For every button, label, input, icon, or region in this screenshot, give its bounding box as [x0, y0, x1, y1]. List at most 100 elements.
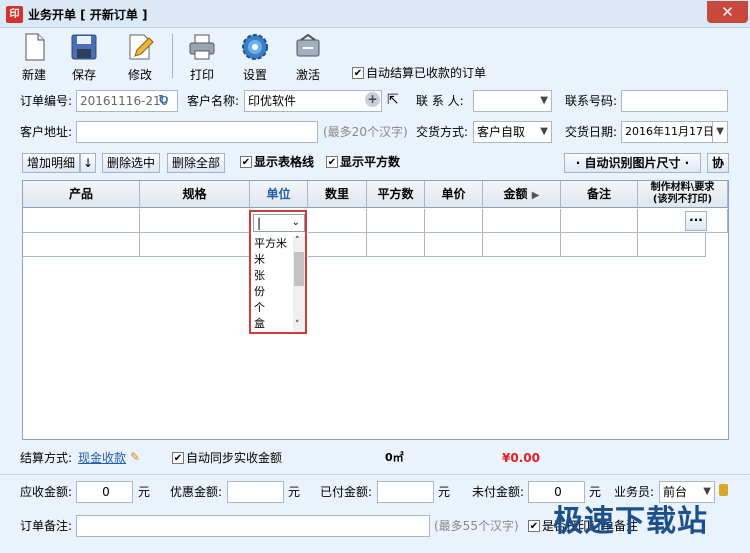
col-header-amount[interactable]: 金额 ▶ [483, 181, 561, 208]
unit-dropdown[interactable]: | ⌄ 平方米 米 张 份 个 盒 ˄ ˅ [249, 210, 307, 334]
delivery-select[interactable]: 客户自取 ▼ [473, 121, 552, 143]
settle-method-link[interactable]: 现金收款 [78, 447, 126, 469]
app-icon: 印 [6, 6, 23, 23]
receivable-label: 应收金额: [20, 485, 73, 499]
paid-field[interactable] [377, 481, 434, 503]
more-button[interactable]: ··· [685, 211, 707, 231]
contact-select[interactable]: ▼ [473, 90, 552, 112]
auto-image-size-button[interactable]: · 自动识别图片尺寸 · [564, 153, 701, 173]
sync-amount-checkbox[interactable]: ✔ [172, 452, 184, 464]
table-cell[interactable] [561, 209, 638, 233]
add-detail-dropdown[interactable]: ↓ [80, 153, 96, 173]
unit-option[interactable]: 张 [254, 268, 265, 284]
show-sqm-checkbox[interactable]: ✔ [326, 156, 338, 168]
table-cell[interactable] [483, 209, 561, 233]
phone-field[interactable] [621, 90, 728, 112]
toolbar-separator [172, 34, 173, 78]
discount-unit: 元 [288, 485, 301, 499]
unit-option[interactable]: 个 [254, 300, 265, 316]
new-button[interactable]: 新建 [14, 32, 54, 82]
table-cell[interactable] [638, 209, 728, 233]
edit-pencil-icon [129, 34, 154, 60]
scroll-up-icon[interactable]: ˄ [295, 236, 300, 246]
edit-button[interactable]: 修改 [120, 32, 160, 82]
text-caret: | [257, 216, 262, 230]
paid-unit: 元 [438, 485, 451, 499]
address-hint: (最多20个汉字) [323, 125, 408, 139]
customer-label: 客户名称: [187, 94, 240, 108]
discount-field[interactable] [227, 481, 284, 503]
dropdown-scrollbar[interactable]: ˄ ˅ [293, 236, 305, 332]
unit-option[interactable]: 平方米 [254, 236, 287, 252]
show-sqm-label: 显示平方数 [340, 155, 401, 169]
date-value: 2016年11月17日 [625, 125, 714, 138]
activate-icon [296, 33, 320, 57]
table-cell[interactable] [23, 233, 140, 257]
col-header-spec[interactable]: 规格 [140, 181, 250, 208]
order-no-label: 订单编号: [20, 94, 73, 108]
table-cell[interactable] [140, 209, 250, 233]
chevron-down-icon[interactable]: ⌄ [292, 217, 300, 228]
table-cell[interactable] [638, 233, 706, 257]
table-cell[interactable] [308, 209, 367, 233]
activate-button[interactable]: 激活 [288, 32, 328, 82]
refresh-icon[interactable]: ↻ [158, 93, 169, 108]
col-header-unit[interactable]: 单位 [250, 181, 308, 208]
order-detail-grid[interactable]: 产品 规格 单位 数里 平方数 单价 金额 ▶ 备注 制作材料\要求 (该列不打… [22, 180, 729, 440]
printer-icon [189, 34, 215, 60]
address-field[interactable] [76, 121, 318, 143]
auto-settle-checkbox[interactable]: ✔ [352, 67, 364, 79]
table-cell[interactable] [425, 233, 483, 257]
unit-option[interactable]: 份 [254, 284, 265, 300]
paid-label: 已付金额: [320, 485, 373, 499]
money-total: ¥0.00 [502, 451, 540, 465]
table-cell[interactable] [308, 233, 367, 257]
customer-field[interactable]: 印优软件 [244, 90, 382, 112]
unit-combo[interactable]: | ⌄ [253, 214, 305, 232]
unit-option[interactable]: 米 [254, 252, 265, 268]
date-picker[interactable]: 2016年11月17日 ▼ [621, 121, 728, 143]
col-header-note[interactable]: 备注 [561, 181, 638, 208]
scrollbar-thumb[interactable] [294, 252, 304, 286]
col-header-amount-label: 金额 [503, 187, 528, 201]
save-button[interactable]: 保存 [64, 32, 104, 82]
add-customer-icon[interactable]: + [365, 92, 380, 107]
col-header-material[interactable]: 制作材料\要求 (该列不打印) [638, 181, 728, 208]
settle-label: 结算方式: [20, 451, 73, 465]
delete-all-button[interactable]: 删除全部 [167, 153, 225, 173]
contact-label: 联 系 人: [416, 94, 464, 108]
save-label: 保存 [71, 68, 96, 82]
add-detail-button[interactable]: 增加明细 [22, 153, 80, 173]
assist-button[interactable]: 协 [707, 153, 729, 173]
settings-button[interactable]: 设置 [235, 32, 275, 82]
receivable-field[interactable]: 0 [76, 481, 133, 503]
delete-selected-button[interactable]: 删除选中 [102, 153, 160, 173]
table-cell[interactable] [367, 209, 425, 233]
col-header-quantity[interactable]: 数里 [308, 181, 367, 208]
pencil-icon[interactable]: ✎ [130, 450, 140, 464]
col-header-sqm[interactable]: 平方数 [367, 181, 425, 208]
unit-option[interactable]: 盒 [254, 316, 265, 332]
gear-icon [242, 34, 268, 60]
table-cell[interactable] [561, 233, 638, 257]
col-header-price[interactable]: 单价 [425, 181, 483, 208]
address-label: 客户地址: [20, 125, 73, 139]
remark-field[interactable] [76, 515, 430, 537]
cursor-pointer-icon[interactable]: ⇱ [387, 92, 399, 108]
scroll-down-icon[interactable]: ˅ [295, 320, 300, 330]
table-cell[interactable] [483, 233, 561, 257]
print-button[interactable]: 打印 [182, 32, 222, 82]
col-header-product[interactable]: 产品 [23, 181, 140, 208]
show-gridlines-checkbox[interactable]: ✔ [240, 156, 252, 168]
table-cell[interactable] [23, 209, 140, 233]
save-disk-icon [71, 34, 97, 60]
remark-hint: (最多55个汉字) [434, 519, 519, 533]
table-cell[interactable] [140, 233, 250, 257]
sqm-total: 0㎡ [385, 451, 404, 464]
print-label: 打印 [189, 68, 214, 82]
print-remark-checkbox[interactable]: ✔ [528, 520, 540, 532]
table-cell[interactable] [425, 209, 483, 233]
close-button[interactable]: ✕ [707, 1, 748, 23]
table-cell[interactable] [367, 233, 425, 257]
lock-icon[interactable] [719, 484, 728, 496]
